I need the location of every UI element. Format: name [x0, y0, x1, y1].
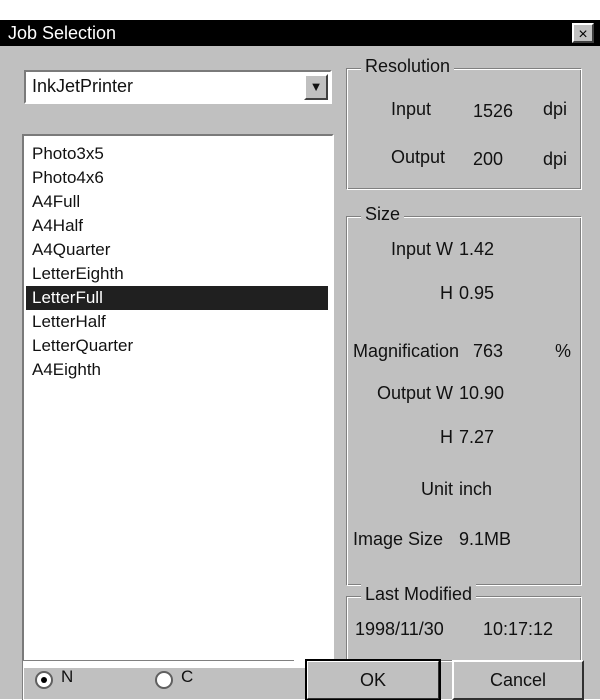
resolution-legend: Resolution [361, 56, 455, 77]
list-item[interactable]: A4Half [26, 214, 328, 238]
unit-label: Unit [420, 479, 453, 499]
radio-option-1[interactable] [35, 671, 53, 689]
size-group: Size Input W 1.42 H 0.95 Magnification 7… [346, 204, 582, 586]
output-h-label: H [440, 427, 453, 447]
close-button[interactable]: × [572, 23, 594, 43]
list-item[interactable]: LetterHalf [26, 310, 328, 334]
size-legend: Size [361, 204, 405, 225]
input-w-value: 1.42 [459, 239, 495, 259]
cancel-button[interactable]: Cancel [452, 660, 584, 700]
input-h-label: H [440, 283, 453, 303]
image-size-label: Image Size [353, 529, 444, 549]
resolution-output-label: Output [391, 147, 446, 167]
radio-option-1-label: N [61, 667, 74, 686]
resolution-output-unit: dpi [543, 149, 568, 169]
magnification-label: Magnification [353, 341, 460, 361]
last-modified-legend: Last Modified [361, 584, 477, 605]
last-modified-time: 10:17:12 [483, 619, 554, 639]
resolution-input-label: Input [391, 99, 432, 119]
title-bar[interactable]: Job Selection × [0, 20, 600, 46]
job-list[interactable]: Photo3x5 Photo4x6 A4Full A4Half A4Quarte… [22, 134, 334, 668]
output-h-value: 7.27 [459, 427, 495, 447]
dropdown-arrow-button[interactable]: ▼ [304, 74, 328, 100]
output-w-value: 10.90 [459, 383, 505, 403]
image-size-value: 9.1MB [459, 529, 512, 549]
printer-dropdown-value: InkJetPrinter [32, 76, 134, 96]
last-modified-date: 1998/11/30 [355, 619, 444, 639]
magnification-unit: % [555, 341, 572, 361]
output-w-label: Output W [376, 383, 453, 403]
list-item[interactable]: Photo3x5 [26, 142, 328, 166]
resolution-input-value: 1526 [473, 101, 514, 121]
printer-dropdown[interactable]: InkJetPrinter ▼ [24, 70, 332, 104]
chevron-down-icon: ▼ [309, 79, 323, 94]
resolution-output-value: 200 [473, 149, 504, 169]
list-item[interactable]: LetterEighth [26, 262, 328, 286]
list-item-selected[interactable]: LetterFull [26, 286, 328, 310]
input-w-label: Input W [390, 239, 453, 259]
resolution-group: Resolution Input 1526 dpi Output 200 dpi [346, 56, 582, 190]
mode-radio-group: N C [22, 660, 294, 700]
list-item[interactable]: LetterQuarter [26, 334, 328, 358]
magnification-value: 763 [473, 341, 504, 361]
close-icon: × [578, 26, 588, 43]
list-item[interactable]: A4Eighth [26, 358, 328, 382]
resolution-input-unit: dpi [543, 99, 568, 119]
list-item[interactable]: A4Quarter [26, 238, 328, 262]
unit-value: inch [459, 479, 493, 499]
radio-option-2-label: C [181, 667, 194, 686]
radio-option-2[interactable] [155, 671, 173, 689]
window-title: Job Selection [8, 23, 117, 43]
list-item[interactable]: Photo4x6 [26, 166, 328, 190]
ok-button[interactable]: OK [305, 659, 441, 700]
last-modified-group: Last Modified 1998/11/30 10:17:12 [346, 584, 582, 662]
job-selection-dialog: Job Selection × InkJetPrinter ▼ Photo3x5… [0, 20, 600, 699]
input-h-value: 0.95 [459, 283, 495, 303]
list-item[interactable]: A4Full [26, 190, 328, 214]
